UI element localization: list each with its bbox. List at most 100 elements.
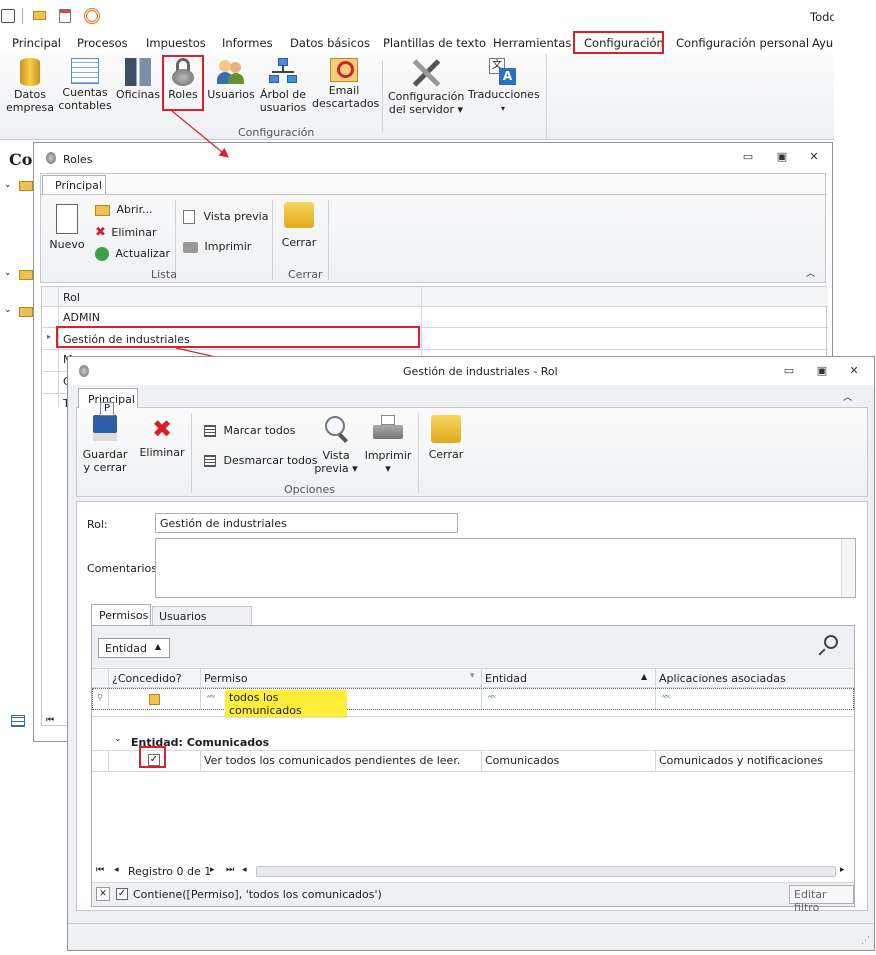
nuevo-button[interactable]: Nuevo xyxy=(47,204,87,251)
oficinas-label: Oficinas xyxy=(115,88,161,101)
oficinas-button[interactable]: Oficinas xyxy=(115,58,161,101)
col-aplicaciones-header[interactable]: Aplicaciones asociadas xyxy=(659,672,786,685)
minimize-button[interactable]: ▭ xyxy=(781,364,797,378)
resize-grip-icon[interactable]: ⋰ xyxy=(861,936,870,946)
horizontal-scrollbar[interactable] xyxy=(256,866,836,877)
delete-x-icon: ✖ xyxy=(95,225,106,240)
collapse-ribbon-icon[interactable]: ︿ xyxy=(843,390,852,403)
filter-enabled-checkbox[interactable]: ✓ xyxy=(116,888,128,900)
rol-eliminar-button[interactable]: ✖ Eliminar xyxy=(138,415,186,459)
clipboard-icon[interactable] xyxy=(59,9,71,23)
eliminar-button[interactable]: ✖ Eliminar xyxy=(95,225,156,240)
rol-cerrar-button[interactable]: Cerrar xyxy=(424,415,468,461)
col-concedido-header[interactable]: ¿Concedido? xyxy=(112,672,182,685)
maximize-button[interactable]: ▣ xyxy=(814,364,830,378)
filter-expression[interactable]: Contiene([Permiso], 'todos los comunicad… xyxy=(133,888,382,901)
vista-previa-label: Vista previa xyxy=(203,210,269,223)
comentarios-textarea[interactable] xyxy=(155,538,856,598)
grid-view-icon[interactable] xyxy=(11,715,25,727)
collapse-ribbon-icon[interactable]: ︿ xyxy=(806,266,815,279)
table-row[interactable]: ✓ Ver todos los comunicados pendientes d… xyxy=(92,750,854,772)
menu-tab-plantillas[interactable]: Plantillas de texto xyxy=(383,36,486,50)
group-by-entidad-chip[interactable]: Entidad ▲ xyxy=(98,638,170,658)
menu-tab-principal[interactable]: Principal xyxy=(12,36,61,50)
buildings-icon xyxy=(125,58,151,86)
record-counter: Registro 0 de 1 xyxy=(128,865,212,878)
actualizar-button[interactable]: Actualizar xyxy=(95,247,170,261)
imprimir-dropdown-label: Imprimir ▾ xyxy=(364,449,412,475)
search-icon[interactable] xyxy=(818,635,838,656)
group-header-row[interactable]: Entidad: Comunicados xyxy=(131,736,269,749)
config-servidor-button[interactable]: Configuración del servidor ▾ xyxy=(388,58,464,116)
vista-previa-dropdown-button[interactable]: Vista previa ▾ xyxy=(312,415,360,475)
chevron-down-icon[interactable]: ⌄ xyxy=(4,268,12,278)
menu-tab-informes[interactable]: Informes xyxy=(222,36,273,50)
desmarcar-todos-button[interactable]: Desmarcar todos xyxy=(204,454,318,467)
chevron-down-icon[interactable]: ⌄ xyxy=(4,305,12,315)
col-entidad-header[interactable]: Entidad xyxy=(485,672,527,685)
abc-filter-icon: ᴬᴮᶜ xyxy=(207,694,216,702)
menu-tab-herramientas[interactable]: Herramientas xyxy=(493,36,571,50)
menu-tab-impuestos[interactable]: Impuestos xyxy=(146,36,206,50)
roles-tab-principal[interactable]: Principal xyxy=(42,175,106,195)
rss-icon[interactable] xyxy=(84,8,100,24)
group-by-entidad-label: Entidad xyxy=(105,642,147,655)
rol-label: Rol: xyxy=(87,518,108,531)
next-record-icon[interactable]: ▸ xyxy=(210,865,215,875)
tab-usuarios-adscritos[interactable]: Usuarios adscritos xyxy=(152,606,252,636)
actualizar-label: Actualizar xyxy=(115,247,171,260)
filter-icon[interactable]: ▾ xyxy=(470,671,475,681)
padlock-icon xyxy=(79,365,89,377)
table-row[interactable]: Gestión de industriales xyxy=(63,333,190,346)
close-button[interactable]: ✕ xyxy=(806,150,822,164)
folder-open-icon xyxy=(95,204,110,216)
cuentas-contables-button[interactable]: Cuentas contables xyxy=(58,58,112,112)
concedido-filter-checkbox[interactable] xyxy=(149,694,160,705)
menu-tab-configuracion[interactable]: Configuración xyxy=(584,36,664,50)
menu-tab-configuracion-personal[interactable]: Configuración personal xyxy=(676,36,809,50)
col-rol-header[interactable]: Rol xyxy=(63,291,80,304)
tab-permisos[interactable]: Permisos xyxy=(91,604,151,626)
marcar-todos-button[interactable]: Marcar todos xyxy=(204,424,295,437)
arbol-usuarios-button[interactable]: Árbol de usuarios xyxy=(258,58,308,114)
vista-previa-button[interactable]: Vista previa xyxy=(183,210,268,224)
app-logo-icon[interactable] xyxy=(1,9,15,23)
chevron-down-icon[interactable]: ⌄ xyxy=(114,734,122,744)
datos-empresa-button[interactable]: Datos empresa xyxy=(6,58,54,114)
rol-input[interactable]: Gestión de industriales xyxy=(155,513,458,533)
email-descartados-button[interactable]: Email descartados xyxy=(312,58,379,110)
mail-icon[interactable] xyxy=(33,11,46,20)
minimize-button[interactable]: ▭ xyxy=(740,150,756,164)
permiso-filter-value[interactable]: todos los comunicados xyxy=(225,690,347,718)
guardar-cerrar-button[interactable]: Guardar y cerrar xyxy=(82,415,128,474)
table-row[interactable]: ADMIN xyxy=(63,311,100,324)
menu-tab-procesos[interactable]: Procesos xyxy=(77,36,128,50)
first-record-icon[interactable]: ⏮ xyxy=(46,715,54,725)
abrir-button[interactable]: Abrir... xyxy=(95,203,153,216)
scrollbar[interactable] xyxy=(841,539,855,597)
group-opciones-label: Opciones xyxy=(284,483,335,496)
col-permiso-header[interactable]: Permiso xyxy=(204,672,248,685)
roles-window-title: Roles xyxy=(63,153,93,166)
maximize-button[interactable]: ▣ xyxy=(774,150,790,164)
chevron-down-icon[interactable]: ⌄ xyxy=(4,180,12,190)
keytip-badge: P xyxy=(100,402,114,416)
scroll-right-icon[interactable]: ▸ xyxy=(840,865,845,875)
concedido-checkbox[interactable]: ✓ xyxy=(148,754,160,766)
editar-filtro-button[interactable]: Editar filtro xyxy=(789,885,854,914)
menu-tab-datos-basicos[interactable]: Datos básicos xyxy=(290,36,370,50)
scroll-left-icon[interactable]: ◂ xyxy=(242,865,247,875)
menu-tab-ayuda[interactable]: Ayu xyxy=(812,36,833,50)
last-record-icon[interactable]: ⏭ xyxy=(226,865,234,875)
roles-button[interactable]: Roles xyxy=(164,58,202,101)
roles-cerrar-button[interactable]: Cerrar xyxy=(279,202,319,249)
usuarios-button[interactable]: Usuarios xyxy=(207,58,255,101)
clear-filter-icon[interactable]: ✕ xyxy=(96,887,110,901)
close-button[interactable]: ✕ xyxy=(846,364,862,378)
imprimir-button[interactable]: Imprimir xyxy=(183,240,251,253)
traducciones-button[interactable]: 文 A Traducciones ▾ xyxy=(468,58,540,115)
imprimir-dropdown-button[interactable]: Imprimir ▾ xyxy=(364,415,412,475)
roles-title-bar: Roles ▭ ▣ ✕ xyxy=(34,143,832,173)
first-record-icon[interactable]: ⏮ xyxy=(96,865,104,875)
prev-record-icon[interactable]: ◂ xyxy=(114,865,119,875)
